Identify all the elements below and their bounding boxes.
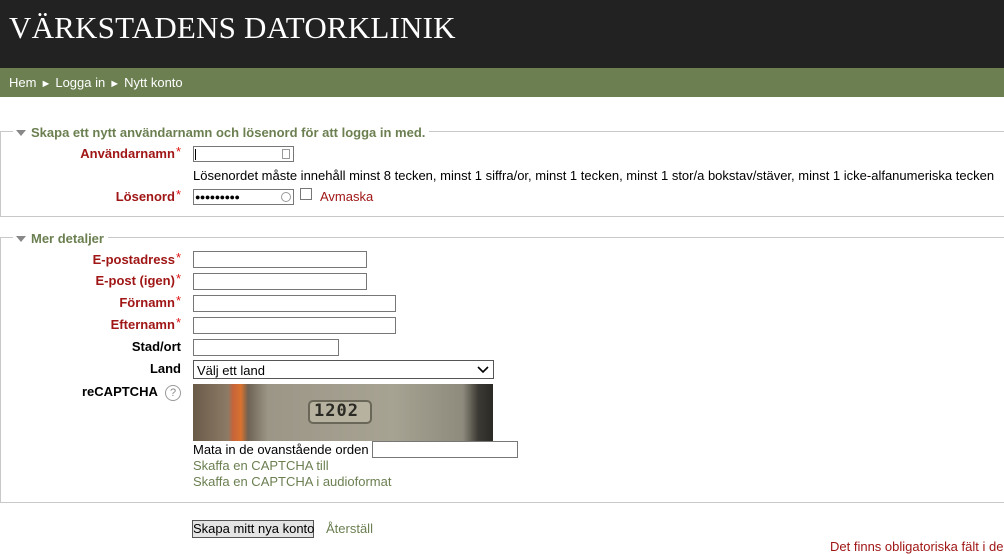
breadcrumb: Hem ► Logga in ► Nytt konto	[9, 75, 187, 90]
collapse-triangle-icon	[16, 129, 26, 136]
breadcrumb-login[interactable]: Logga in	[55, 75, 105, 90]
recaptcha-label: reCAPTCHA	[82, 384, 158, 399]
details-legend[interactable]: Mer detaljer	[13, 231, 108, 246]
unmask-label[interactable]: Avmaska	[320, 189, 373, 204]
breadcrumb-home[interactable]: Hem	[9, 75, 36, 90]
required-fields-note: Det finns obligatoriska fält i de*	[830, 539, 1004, 554]
navbar: Hem ► Logga in ► Nytt konto	[0, 68, 1004, 97]
city-label: Stad/ort	[131, 339, 181, 354]
email2-input[interactable]	[193, 273, 367, 290]
reset-button[interactable]: Återställ	[326, 521, 373, 536]
captcha-number: 1202	[314, 401, 359, 421]
site-title: VÄRKSTADENS DATORKLINIK	[9, 10, 456, 45]
country-select[interactable]: Välj ett land	[193, 360, 494, 379]
account-legend-text: Skapa ett nytt användarnamn och lösenord…	[31, 125, 426, 140]
site-header: VÄRKSTADENS DATORKLINIK	[0, 0, 1004, 68]
create-account-button[interactable]: Skapa mitt nya konto	[192, 520, 314, 538]
details-legend-text: Mer detaljer	[31, 231, 104, 246]
lastname-label: Efternamn*	[110, 315, 181, 332]
captcha-audio-link[interactable]: Skaffa en CAPTCHA i audioformat	[193, 474, 391, 489]
password-input[interactable]: ●●●●●●●●●	[193, 189, 294, 205]
captcha-image: 1202	[193, 384, 493, 441]
chevron-down-icon	[477, 366, 489, 374]
captcha-new-link[interactable]: Skaffa en CAPTCHA till	[193, 458, 329, 473]
captcha-input[interactable]	[372, 441, 518, 458]
password-dots: ●●●●●●●●●	[195, 192, 240, 202]
text-cursor	[195, 149, 196, 160]
country-label: Land	[149, 361, 181, 376]
breadcrumb-arrow-icon: ►	[109, 78, 121, 90]
password-hint: Lösenordet måste innehåll minst 8 tecken…	[193, 168, 995, 183]
breadcrumb-arrow-icon: ►	[40, 78, 52, 90]
account-legend[interactable]: Skapa ett nytt användarnamn och lösenord…	[13, 125, 430, 140]
firstname-label: Förnamn*	[119, 293, 181, 310]
country-selected-value: Välj ett land	[197, 363, 265, 378]
email-input[interactable]	[193, 251, 367, 268]
breadcrumb-current: Nytt konto	[124, 75, 183, 90]
email2-label: E-post (igen)*	[95, 271, 182, 288]
collapse-triangle-icon	[16, 235, 26, 242]
lastname-input[interactable]	[193, 317, 396, 334]
username-input[interactable]	[193, 146, 294, 162]
email-label: E-postadress*	[92, 250, 181, 267]
key-icon	[281, 192, 291, 202]
unmask-checkbox[interactable]	[300, 188, 312, 200]
username-label: Användarnamn*	[80, 144, 181, 161]
contact-card-icon	[282, 149, 290, 159]
city-input[interactable]	[193, 339, 339, 356]
firstname-input[interactable]	[193, 295, 396, 312]
captcha-prompt: Mata in de ovanstående orden	[193, 442, 369, 457]
password-label: Lösenord*	[115, 187, 181, 204]
help-icon[interactable]: ?	[165, 385, 181, 401]
